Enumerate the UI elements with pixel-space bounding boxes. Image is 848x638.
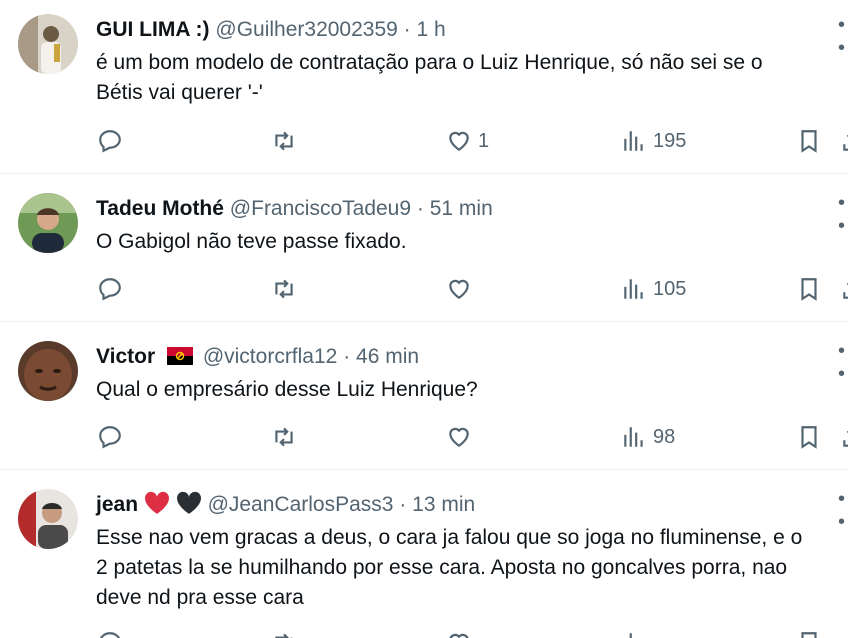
reply-button[interactable]	[97, 422, 123, 452]
like-button[interactable]	[446, 274, 472, 304]
reply-icon	[99, 130, 121, 153]
username[interactable]: @Guilher32002359	[215, 18, 397, 41]
heart-icon	[449, 279, 469, 299]
timestamp[interactable]: 13 min	[412, 493, 475, 516]
retweet-button[interactable]	[271, 628, 297, 638]
retweet-icon	[275, 279, 293, 299]
tweet-header: Tadeu Mothé @FranciscoTadeu9 · 51 min	[96, 195, 493, 223]
display-name[interactable]: Victor	[96, 345, 155, 368]
bookmark-icon	[801, 426, 817, 449]
tweet[interactable]: Victor @victorcrfla12 · 46 min • • Qual …	[0, 322, 848, 470]
avatar[interactable]	[18, 193, 78, 253]
heart-icon	[449, 633, 469, 638]
username[interactable]: @JeanCarlosPass3	[208, 493, 394, 516]
retweet-button[interactable]	[271, 422, 297, 452]
tweet-header: jean @JeanCarlosPass3 · 13 min	[96, 491, 475, 519]
bookmark-button[interactable]	[796, 628, 822, 638]
views-button[interactable]: 105	[621, 274, 686, 304]
tweet-actions: 105	[0, 274, 848, 304]
tweet-text: é um bom modelo de contratação para o Lu…	[96, 51, 763, 104]
avatar-image	[18, 341, 78, 401]
timeline-feed: GUI LIMA :) @Guilher32002359 · 1 h • • é…	[0, 0, 848, 638]
tweet[interactable]: GUI LIMA :) @Guilher32002359 · 1 h • • é…	[0, 0, 848, 174]
share-icon	[843, 134, 848, 151]
display-name[interactable]: GUI LIMA :)	[96, 18, 210, 41]
reply-button[interactable]	[97, 126, 123, 156]
tweet-text: O Gabigol não teve passe fixado.	[96, 230, 407, 253]
bookmark-icon	[801, 130, 817, 153]
view-count: 105	[653, 277, 687, 300]
angola-flag	[166, 347, 193, 365]
bookmark-icon	[801, 278, 817, 301]
tweet-header: Victor @victorcrfla12 · 46 min	[96, 343, 419, 371]
retweet-icon	[275, 427, 293, 447]
reply-icon	[99, 278, 121, 301]
avatar-image	[18, 14, 78, 74]
analytics-icon	[624, 427, 643, 447]
views-button[interactable]	[621, 628, 647, 638]
bookmark-button[interactable]	[796, 126, 822, 156]
separator: ·	[416, 197, 424, 220]
display-name[interactable]: jean	[96, 493, 138, 516]
share-button[interactable]	[840, 274, 848, 304]
tweet-actions	[0, 628, 848, 638]
bookmark-icon	[801, 632, 817, 638]
avatar[interactable]	[18, 489, 78, 549]
like-count: 1	[478, 129, 490, 152]
views-button[interactable]: 98	[621, 422, 675, 452]
reply-icon	[99, 632, 121, 638]
separator: ·	[343, 345, 351, 368]
share-button[interactable]	[840, 422, 848, 452]
tweet-text: Esse nao vem gracas a deus, o cara ja fa…	[96, 526, 803, 609]
avatar-image	[18, 193, 78, 253]
tweet-header: GUI LIMA :) @Guilher32002359 · 1 h	[96, 16, 446, 44]
avatar-image	[18, 489, 78, 549]
red-heart-emoji	[144, 491, 169, 514]
view-count: 98	[653, 425, 676, 448]
avatar[interactable]	[18, 14, 78, 74]
views-button[interactable]: 195	[621, 126, 686, 156]
timestamp[interactable]: 1 h	[417, 18, 446, 41]
timestamp[interactable]: 46 min	[356, 345, 419, 368]
reply-button[interactable]	[97, 628, 123, 638]
like-button[interactable]	[446, 422, 472, 452]
display-name[interactable]: Tadeu Mothé	[96, 197, 224, 220]
tweet-actions: 1 195	[0, 126, 848, 156]
retweet-button[interactable]	[271, 126, 297, 156]
username[interactable]: @victorcrfla12	[203, 345, 338, 368]
black-heart-emoji	[176, 491, 201, 514]
tweet-text: Qual o empresário desse Luiz Henrique?	[96, 378, 478, 401]
tweet[interactable]: jean @JeanCarlosPass3 · 13 min • • Esse …	[0, 470, 848, 638]
separator: ·	[403, 18, 411, 41]
view-count: 195	[653, 129, 687, 152]
retweet-icon	[275, 131, 293, 151]
reply-button[interactable]	[97, 274, 123, 304]
heart-icon	[449, 427, 469, 447]
tweet-actions: 98	[0, 422, 848, 452]
share-button[interactable]	[840, 126, 848, 156]
analytics-icon	[629, 633, 632, 638]
username[interactable]: @FranciscoTadeu9	[230, 197, 411, 220]
heart-icon	[449, 131, 469, 151]
reply-icon	[99, 426, 121, 449]
analytics-icon	[624, 131, 643, 151]
share-icon	[843, 282, 848, 299]
analytics-icon	[624, 279, 643, 299]
like-button[interactable]: 1	[446, 126, 489, 156]
bookmark-button[interactable]	[796, 274, 822, 304]
share-icon	[843, 430, 848, 447]
separator: ·	[399, 493, 407, 516]
tweet[interactable]: Tadeu Mothé @FranciscoTadeu9 · 51 min • …	[0, 174, 848, 322]
timestamp[interactable]: 51 min	[430, 197, 493, 220]
like-button[interactable]	[446, 628, 472, 638]
avatar[interactable]	[18, 341, 78, 401]
retweet-button[interactable]	[271, 274, 297, 304]
bookmark-button[interactable]	[796, 422, 822, 452]
retweet-icon	[275, 633, 293, 638]
